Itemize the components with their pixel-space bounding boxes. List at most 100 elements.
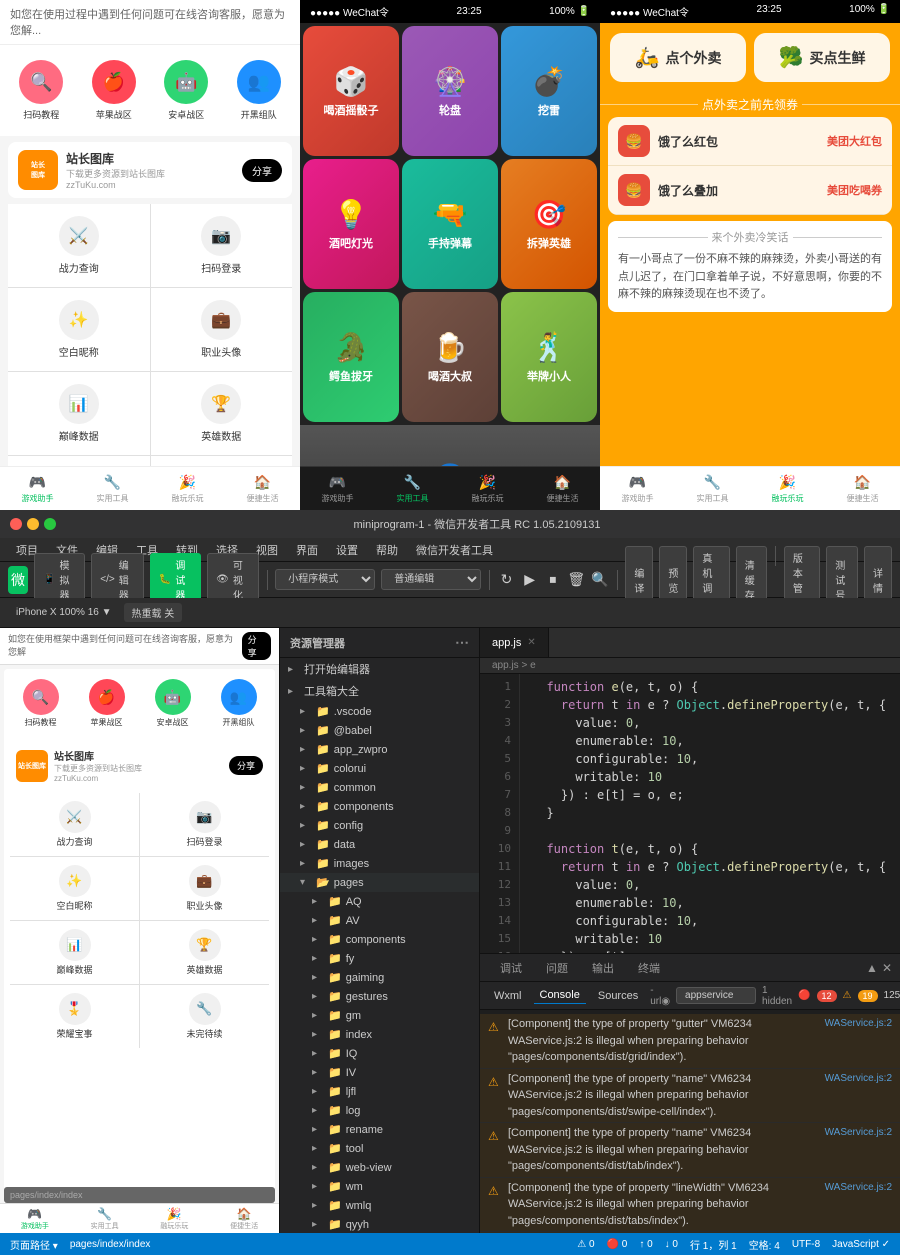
mini-item[interactable]: 🤖 安卓战区 <box>140 679 205 728</box>
share-button[interactable]: 分享 <box>242 159 282 182</box>
tab-close-icon[interactable]: ✕ <box>527 637 535 648</box>
prev-svc[interactable]: 💼 职业头像 <box>140 857 269 920</box>
page-path-label[interactable]: 页面路径 ▾ <box>10 1237 58 1252</box>
nav-game3[interactable]: 🎮 游戏助手 <box>600 467 675 510</box>
code-editor[interactable]: 1 2 3 4 5 6 7 8 9 10 11 12 13 14 15 16 1 <box>480 674 900 953</box>
game-card[interactable]: 🎯 拆弹英雄 <box>501 159 597 289</box>
service-item[interactable]: ✨ 空白昵称 <box>8 288 150 371</box>
console-file-link[interactable]: WAService.js:2 <box>792 1125 892 1140</box>
prev-nav-fun[interactable]: 🎉 融玩乐玩 <box>140 1204 210 1233</box>
menu-settings[interactable]: 设置 <box>328 540 366 560</box>
tab-debug[interactable]: 调试 <box>488 956 534 980</box>
tree-item[interactable]: ▸ 📁 colorui <box>280 759 479 778</box>
tree-item-pages[interactable]: ▾ 📂 pages <box>280 873 479 892</box>
preview-share-btn[interactable]: 分享 <box>229 756 263 775</box>
prev-svc[interactable]: ✨ 空白昵称 <box>10 857 139 920</box>
mode-select[interactable]: 小程序模式 <box>275 569 375 590</box>
service-item[interactable]: 💼 职业头像 <box>151 288 293 371</box>
game-card[interactable]: 🎡 轮盘 <box>402 26 498 156</box>
prev-svc[interactable]: 📷 扫码登录 <box>140 793 269 856</box>
tree-item[interactable]: ▸ 📁 index <box>280 1025 479 1044</box>
tab-appjs[interactable]: app.js ✕ <box>480 628 549 657</box>
file-tree-menu-icon[interactable]: ⋯ <box>455 634 469 651</box>
tree-item[interactable]: ▸ 📁 components <box>280 797 479 816</box>
tab-issues[interactable]: 问题 <box>534 956 580 980</box>
nav-fun[interactable]: 🎉 融玩乐玩 <box>150 467 225 510</box>
menu-wechat[interactable]: 微信开发者工具 <box>408 540 501 560</box>
prev-nav-tools[interactable]: 🔧 实用工具 <box>70 1204 140 1233</box>
tab-terminal[interactable]: 终端 <box>626 956 672 980</box>
tree-item[interactable]: ▸ 📁 .vscode <box>280 702 479 721</box>
tree-item[interactable]: ▸ 📁 gaiming <box>280 968 479 987</box>
service-item[interactable]: 🏆 英雄数据 <box>151 372 293 455</box>
refresh-btn[interactable]: ↻ <box>498 568 515 592</box>
nav-fun3[interactable]: 🎉 融玩乐玩 <box>750 467 825 510</box>
nav-life3[interactable]: 🏠 便捷生活 <box>825 467 900 510</box>
list-item[interactable]: 🔍 扫码教程 <box>5 55 78 126</box>
console-btn[interactable]: Console <box>534 987 586 1004</box>
mini-item[interactable]: 👥 开黑组队 <box>206 679 271 728</box>
service-item[interactable]: ⚔️ 战力查询 <box>8 204 150 287</box>
menu-help[interactable]: 帮助 <box>368 540 406 560</box>
search-btn[interactable]: 🔍 <box>591 568 608 592</box>
tree-item[interactable]: ▸ 📁 images <box>280 854 479 873</box>
tree-item[interactable]: ▸ 📁 tool <box>280 1139 479 1158</box>
minimize-button[interactable] <box>27 518 39 530</box>
coupon-row[interactable]: 🍔 饿了么叠加 美团吃喝券 <box>608 166 892 215</box>
tree-item[interactable]: ▸ 📁 rename <box>280 1120 479 1139</box>
service-item[interactable]: 📷 扫码登录 <box>151 204 293 287</box>
nav-game2[interactable]: 🎮 游戏助手 <box>300 467 375 510</box>
tab-output[interactable]: 输出 <box>580 956 626 980</box>
coupon-row[interactable]: 🍔 饿了么红包 美团大红包 <box>608 117 892 166</box>
prev-svc[interactable]: 🏆 英雄数据 <box>140 921 269 984</box>
prev-nav-game[interactable]: 🎮 游戏助手 <box>0 1204 70 1233</box>
tree-item[interactable]: ▸ 📁 web-view <box>280 1158 479 1177</box>
tree-item[interactable]: ▸ 📁 wm <box>280 1177 479 1196</box>
code-content[interactable]: function e(e, t, o) { return t in e ? Ob… <box>520 674 900 953</box>
tree-item-open-editor[interactable]: ▸ 打开始编辑器 <box>280 658 479 680</box>
tree-item[interactable]: ▸ 📁 config <box>280 816 479 835</box>
tree-item[interactable]: ▸ 📁 components <box>280 930 479 949</box>
fresh-button[interactable]: 🥦 买点生鲜 <box>754 33 890 82</box>
game-card[interactable]: 🕺 举牌小人 <box>501 292 597 422</box>
tree-item[interactable]: ▸ 📁 IQ <box>280 1044 479 1063</box>
nav-game[interactable]: 🎮 游戏助手 <box>0 467 75 510</box>
wxml-btn[interactable]: Wxml <box>488 988 528 1004</box>
prev-svc[interactable]: 📊 巅峰数据 <box>10 921 139 984</box>
console-expand-icon[interactable]: ▲ <box>866 961 878 975</box>
nav-tools2[interactable]: 🔧 实用工具 <box>375 467 450 510</box>
console-file-link[interactable]: WAService.js:2 <box>792 1071 892 1086</box>
console-file-link[interactable]: WAService.js:2 <box>792 1016 892 1031</box>
tree-item[interactable]: ▸ 📁 @babel <box>280 721 479 740</box>
promo-banner[interactable]: 站长图库 站长图库 下载更多资源到站长图库 zzTuKu.com 分享 <box>8 142 292 198</box>
tree-item[interactable]: ▸ 📁 qyyh <box>280 1215 479 1233</box>
mini-item[interactable]: 🔍 扫码教程 <box>8 679 73 728</box>
tree-item[interactable]: ▸ 📁 AQ <box>280 892 479 911</box>
nav-fun2[interactable]: 🎉 融玩乐玩 <box>450 467 525 510</box>
tree-item[interactable]: ▸ 📁 app_zwpro <box>280 740 479 759</box>
stop-btn[interactable]: ⏹ <box>544 568 561 592</box>
game-card[interactable]: 💣 挖雷 <box>501 26 597 156</box>
game-card[interactable]: 💡 酒吧灯光 <box>303 159 399 289</box>
console-close-icon[interactable]: ✕ <box>882 961 892 975</box>
clear-btn[interactable]: 🗑 <box>567 568 585 592</box>
nav-life[interactable]: 🏠 便捷生活 <box>225 467 300 510</box>
maximize-button[interactable] <box>44 518 56 530</box>
close-button[interactable] <box>10 518 22 530</box>
nav-life2[interactable]: 🏠 便捷生活 <box>525 467 600 510</box>
tree-item[interactable]: ▸ 📁 gm <box>280 1006 479 1025</box>
compile-select[interactable]: 普通编辑 <box>381 569 481 590</box>
tree-item[interactable]: ▸ 📁 fy <box>280 949 479 968</box>
tree-item-tools[interactable]: ▸ 工具箱大全 <box>280 680 479 702</box>
prev-svc[interactable]: 🎖️ 荣耀宝事 <box>10 985 139 1048</box>
tree-item[interactable]: ▸ 📁 ljfl <box>280 1082 479 1101</box>
game-card[interactable]: 🍺 喝酒大叔 <box>402 292 498 422</box>
mini-item[interactable]: 🍎 苹果战区 <box>74 679 139 728</box>
tree-item[interactable]: ▸ 📁 IV <box>280 1063 479 1082</box>
tree-item[interactable]: ▸ 📁 gestures <box>280 987 479 1006</box>
game-card[interactable]: 🐊 鳄鱼拔牙 <box>303 292 399 422</box>
menu-interface[interactable]: 界面 <box>288 540 326 560</box>
console-file-link[interactable]: WAService.js:2 <box>792 1180 892 1195</box>
tree-item[interactable]: ▸ 📁 wmlq <box>280 1196 479 1215</box>
tree-item[interactable]: ▸ 📁 data <box>280 835 479 854</box>
